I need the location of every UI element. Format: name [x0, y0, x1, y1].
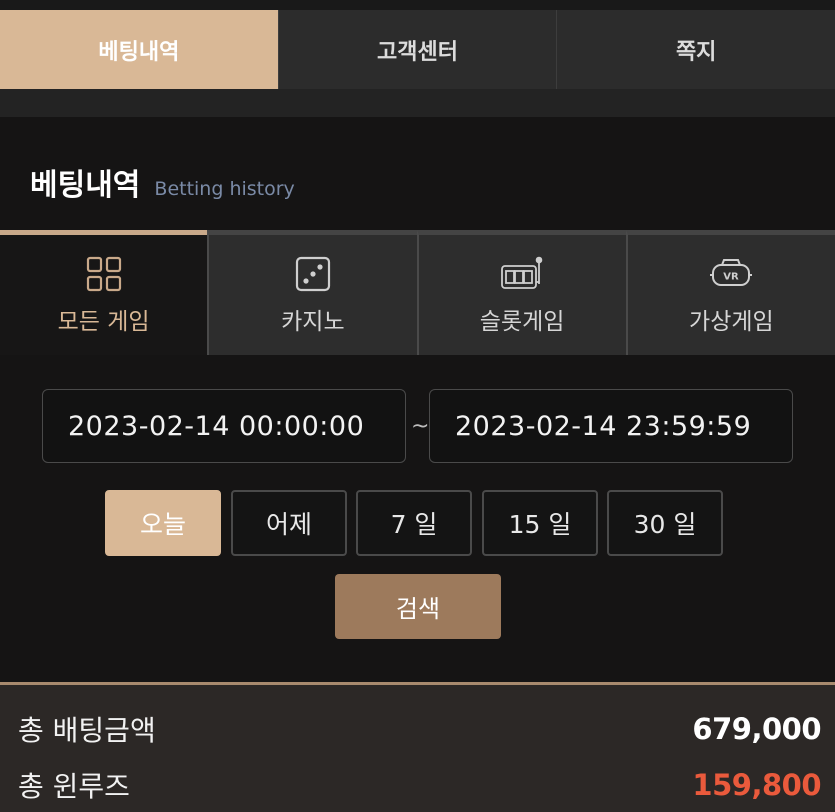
total-bet-row: 총 배팅금액 679,000	[18, 709, 821, 749]
game-tab-slot[interactable]: 슬롯게임	[416, 230, 626, 355]
game-tab-virtual[interactable]: VR 가상게임	[625, 230, 835, 355]
dice-icon	[295, 254, 331, 294]
grid-icon	[86, 254, 122, 294]
top-strip	[0, 0, 835, 10]
end-date-field[interactable]: 2023-02-14 23:59:59	[429, 389, 793, 463]
range-yesterday-button[interactable]: 어제	[231, 490, 347, 556]
total-winloss-value: 159,800	[692, 768, 821, 802]
total-bet-label: 총 배팅금액	[18, 714, 156, 747]
game-tab-label: 가상게임	[689, 309, 774, 335]
page-title-ko: 베팅내역	[30, 168, 141, 203]
svg-text:VR: VR	[724, 272, 740, 283]
game-tab-all[interactable]: 모든 게임	[0, 230, 208, 355]
range-7day-button[interactable]: 7 일	[356, 490, 472, 556]
search-button[interactable]: 검색	[335, 574, 501, 639]
range-15day-button[interactable]: 15 일	[482, 490, 598, 556]
totals-panel: 총 배팅금액 679,000 총 윈루즈 159,800	[0, 682, 835, 812]
range-today-button[interactable]: 오늘	[105, 490, 221, 556]
total-winloss-row: 총 윈루즈 159,800	[18, 765, 821, 805]
game-type-tabs: 모든 게임 카지노 슬롯게임 VR 가상게임	[0, 230, 835, 355]
game-tab-casino[interactable]: 카지노	[207, 230, 417, 355]
range-30day-button[interactable]: 30 일	[607, 490, 723, 556]
total-bet-value: 679,000	[692, 712, 821, 746]
tab-customer-center[interactable]: 고객센터	[277, 10, 557, 89]
top-nav-tabs: 베팅내역 고객센터 쪽지	[0, 10, 835, 89]
game-tab-label: 모든 게임	[57, 309, 150, 335]
game-tab-label: 슬롯게임	[479, 309, 565, 335]
page-title-en: Betting history	[154, 178, 295, 200]
vr-headset-icon: VR	[708, 254, 754, 294]
tab-betting-history[interactable]: 베팅내역	[0, 10, 278, 89]
page-title: 베팅내역 Betting history	[30, 160, 295, 204]
divider-band	[0, 89, 835, 117]
total-winloss-label: 총 윈루즈	[18, 770, 130, 803]
tab-messages[interactable]: 쪽지	[556, 10, 835, 89]
date-range-separator: ~	[411, 414, 430, 439]
game-tab-label: 카지노	[281, 309, 345, 335]
slot-machine-icon	[499, 254, 545, 294]
start-date-field[interactable]: 2023-02-14 00:00:00	[42, 389, 406, 463]
